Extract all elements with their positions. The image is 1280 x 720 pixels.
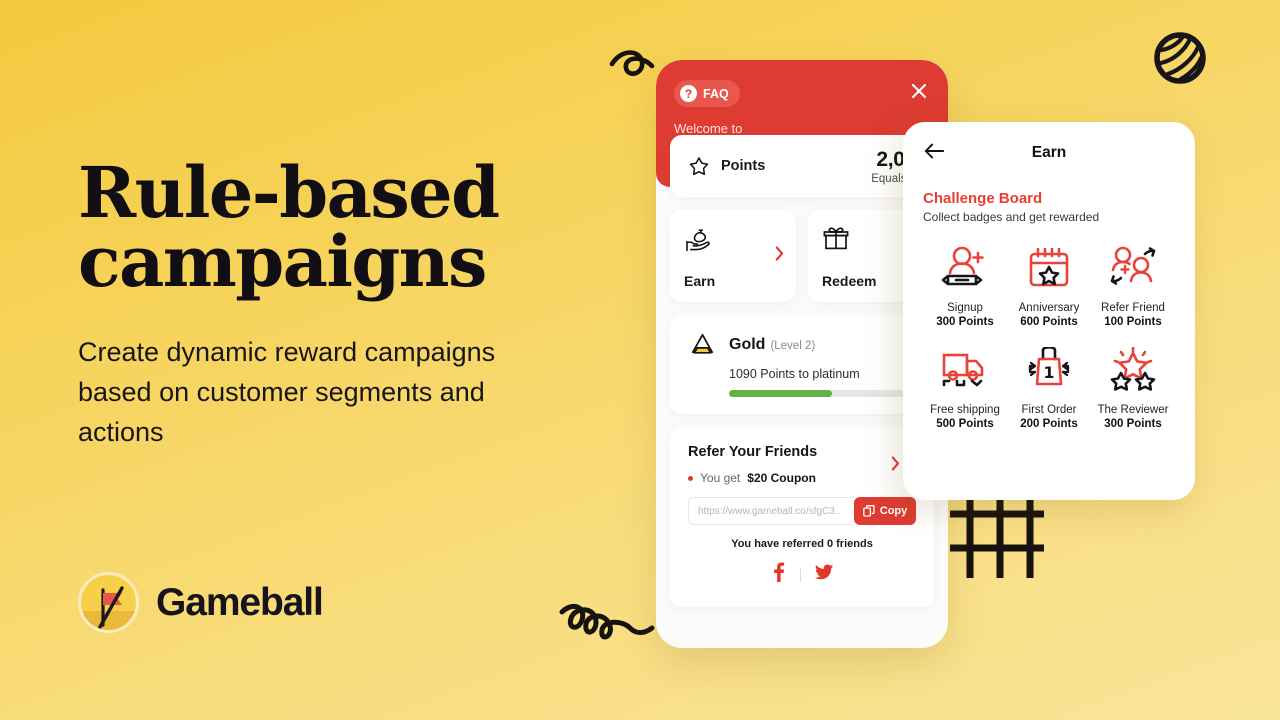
copy-label: Copy xyxy=(879,505,908,517)
tier-name: Gold xyxy=(729,335,766,353)
badge-points: 300 Points xyxy=(936,316,994,328)
brand-name: Gameball xyxy=(156,580,324,624)
refer-friend-badge-icon xyxy=(1091,240,1175,296)
tier-progress-text: 1090 Points to platinum xyxy=(729,367,860,381)
page-title: Rule-based campaigns xyxy=(78,158,598,297)
copy-icon xyxy=(862,505,875,517)
referral-reward-value: $20 Coupon xyxy=(747,471,816,485)
marketing-column: Rule-based campaigns Create dynamic rewa… xyxy=(78,158,598,452)
action-row: Earn Redeem xyxy=(670,210,934,302)
earn-panel-title: Earn xyxy=(1031,144,1067,161)
tier-progress-fill xyxy=(729,390,832,397)
badge-name: Free shipping xyxy=(930,404,1000,416)
referred-count-text: You have referred 0 friends xyxy=(731,538,873,550)
badge-item[interactable]: 1 First Order 200 Points xyxy=(1007,342,1091,430)
badge-grid: Signup 300 Points Anniversary 600 Points xyxy=(923,240,1175,430)
points-card[interactable]: Points 2,00 Equals $ xyxy=(670,135,934,197)
tier-level: (Level 2) xyxy=(770,339,816,352)
badge-item[interactable]: The Reviewer 300 Points xyxy=(1091,342,1175,430)
free-shipping-badge-icon xyxy=(923,342,1007,398)
badge-points: 300 Points xyxy=(1104,418,1162,430)
earn-panel: Earn Challenge Board Collect badges and … xyxy=(891,122,1195,500)
referral-link-input[interactable]: https://www.gameball.co/sfgC3.. xyxy=(688,497,854,525)
close-icon xyxy=(911,83,927,99)
badge-name: The Reviewer xyxy=(1097,404,1169,416)
subheadline: Create dynamic reward campaigns based on… xyxy=(78,336,496,447)
hash-grid-icon xyxy=(948,490,1048,587)
headline-line-2: campaigns xyxy=(78,220,487,304)
badge-points: 200 Points xyxy=(1020,418,1078,430)
bullet-dot-icon xyxy=(688,475,693,481)
badge-points: 600 Points xyxy=(1020,316,1078,328)
badge-points: 100 Points xyxy=(1104,316,1162,328)
badge-item[interactable]: Anniversary 600 Points xyxy=(1007,240,1091,328)
badge-name: Refer Friend xyxy=(1101,302,1165,314)
badge-name: Anniversary xyxy=(1018,302,1080,314)
twitter-icon[interactable] xyxy=(814,564,833,585)
hand-coin-icon xyxy=(686,229,710,252)
challenge-board-subtitle: Collect badges and get rewarded xyxy=(923,210,1100,224)
anniversary-badge-icon xyxy=(1007,240,1091,296)
chevron-right-icon xyxy=(775,246,784,266)
copy-link-button[interactable]: Copy xyxy=(854,497,916,525)
question-mark-icon: ? xyxy=(680,85,697,102)
tier-progress-bar xyxy=(729,390,916,397)
facebook-icon[interactable] xyxy=(772,562,786,587)
first-order-badge-icon: 1 xyxy=(1007,342,1091,398)
referral-card[interactable]: Refer Your Friends You get $20 Coupon ht… xyxy=(670,427,934,607)
badge-points: 500 Points xyxy=(936,418,994,430)
squiggle-spiral-icon xyxy=(556,594,666,661)
faq-label: FAQ xyxy=(703,86,729,101)
points-label: Points xyxy=(721,158,766,174)
referral-reward-line: You get $20 Coupon xyxy=(688,471,916,485)
chevron-right-icon xyxy=(891,456,900,476)
reviewer-badge-icon xyxy=(1091,342,1175,398)
redeem-label: Redeem xyxy=(822,273,877,289)
close-button[interactable] xyxy=(908,80,930,102)
brand-lockup: Gameball xyxy=(78,572,324,633)
referral-title: Refer Your Friends xyxy=(688,444,818,460)
badge-name: Signup xyxy=(947,302,983,314)
badge-item[interactable]: Refer Friend 100 Points xyxy=(1091,240,1175,328)
faq-button[interactable]: ? FAQ xyxy=(674,80,740,107)
tier-pyramid-icon xyxy=(691,333,714,354)
star-icon xyxy=(689,157,709,176)
gameball-logo-icon xyxy=(78,572,139,633)
gift-icon xyxy=(823,227,849,250)
tier-card[interactable]: Gold (Level 2) 1090 Points to platinum xyxy=(670,315,934,414)
social-share-row xyxy=(688,562,916,587)
divider xyxy=(799,567,801,582)
signup-badge-icon xyxy=(923,240,1007,296)
referral-reward-prefix: You get xyxy=(700,471,741,485)
badge-name: First Order xyxy=(1021,404,1077,416)
earn-label: Earn xyxy=(684,273,716,289)
gameball-ball-icon xyxy=(1152,30,1208,91)
svg-text:1: 1 xyxy=(1043,363,1054,382)
welcome-label: Welcome to xyxy=(674,121,743,136)
badge-item[interactable]: Signup 300 Points xyxy=(923,240,1007,328)
badge-item[interactable]: Free shipping 500 Points xyxy=(923,342,1007,430)
earn-action-card[interactable]: Earn xyxy=(670,210,796,302)
challenge-board-title: Challenge Board xyxy=(923,190,1043,207)
